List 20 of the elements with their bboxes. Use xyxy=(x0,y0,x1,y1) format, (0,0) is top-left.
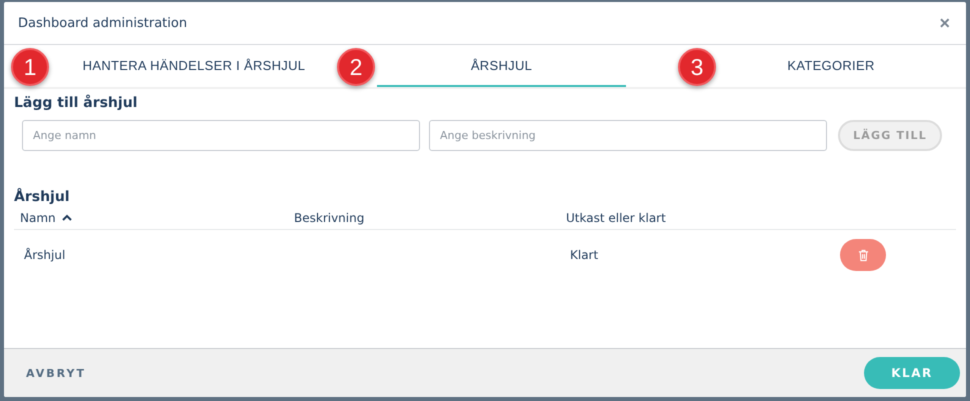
dialog-title: Dashboard administration xyxy=(18,16,188,30)
tab[interactable]: ÅRSHJUL xyxy=(377,45,626,87)
table-cell: Årshjul xyxy=(24,248,66,262)
section-heading: Lägg till årshjul xyxy=(14,95,138,111)
trash-icon xyxy=(858,248,868,262)
step-badge: 3 xyxy=(678,48,716,86)
sort-up-icon[interactable] xyxy=(62,214,72,221)
table-cell: Klart xyxy=(570,248,598,262)
step-badge: 2 xyxy=(337,48,375,86)
column-header[interactable]: Namn xyxy=(20,211,56,225)
cancel-button[interactable]: AVBRYT xyxy=(20,366,92,380)
section-heading: Årshjul xyxy=(14,189,70,205)
name-field[interactable]: Ange namn xyxy=(22,120,420,151)
description-field[interactable]: Ange beskrivning xyxy=(429,120,827,151)
column-header[interactable]: Beskrivning xyxy=(294,211,364,225)
tab[interactable]: HANTERA HÄNDELSER I ÅRSHJUL xyxy=(51,45,337,87)
column-header[interactable]: Utkast eller klart xyxy=(566,211,666,225)
step-badge: 1 xyxy=(11,48,49,86)
close-button[interactable]: × xyxy=(935,12,954,34)
tab[interactable]: KATEGORIER xyxy=(716,45,946,87)
